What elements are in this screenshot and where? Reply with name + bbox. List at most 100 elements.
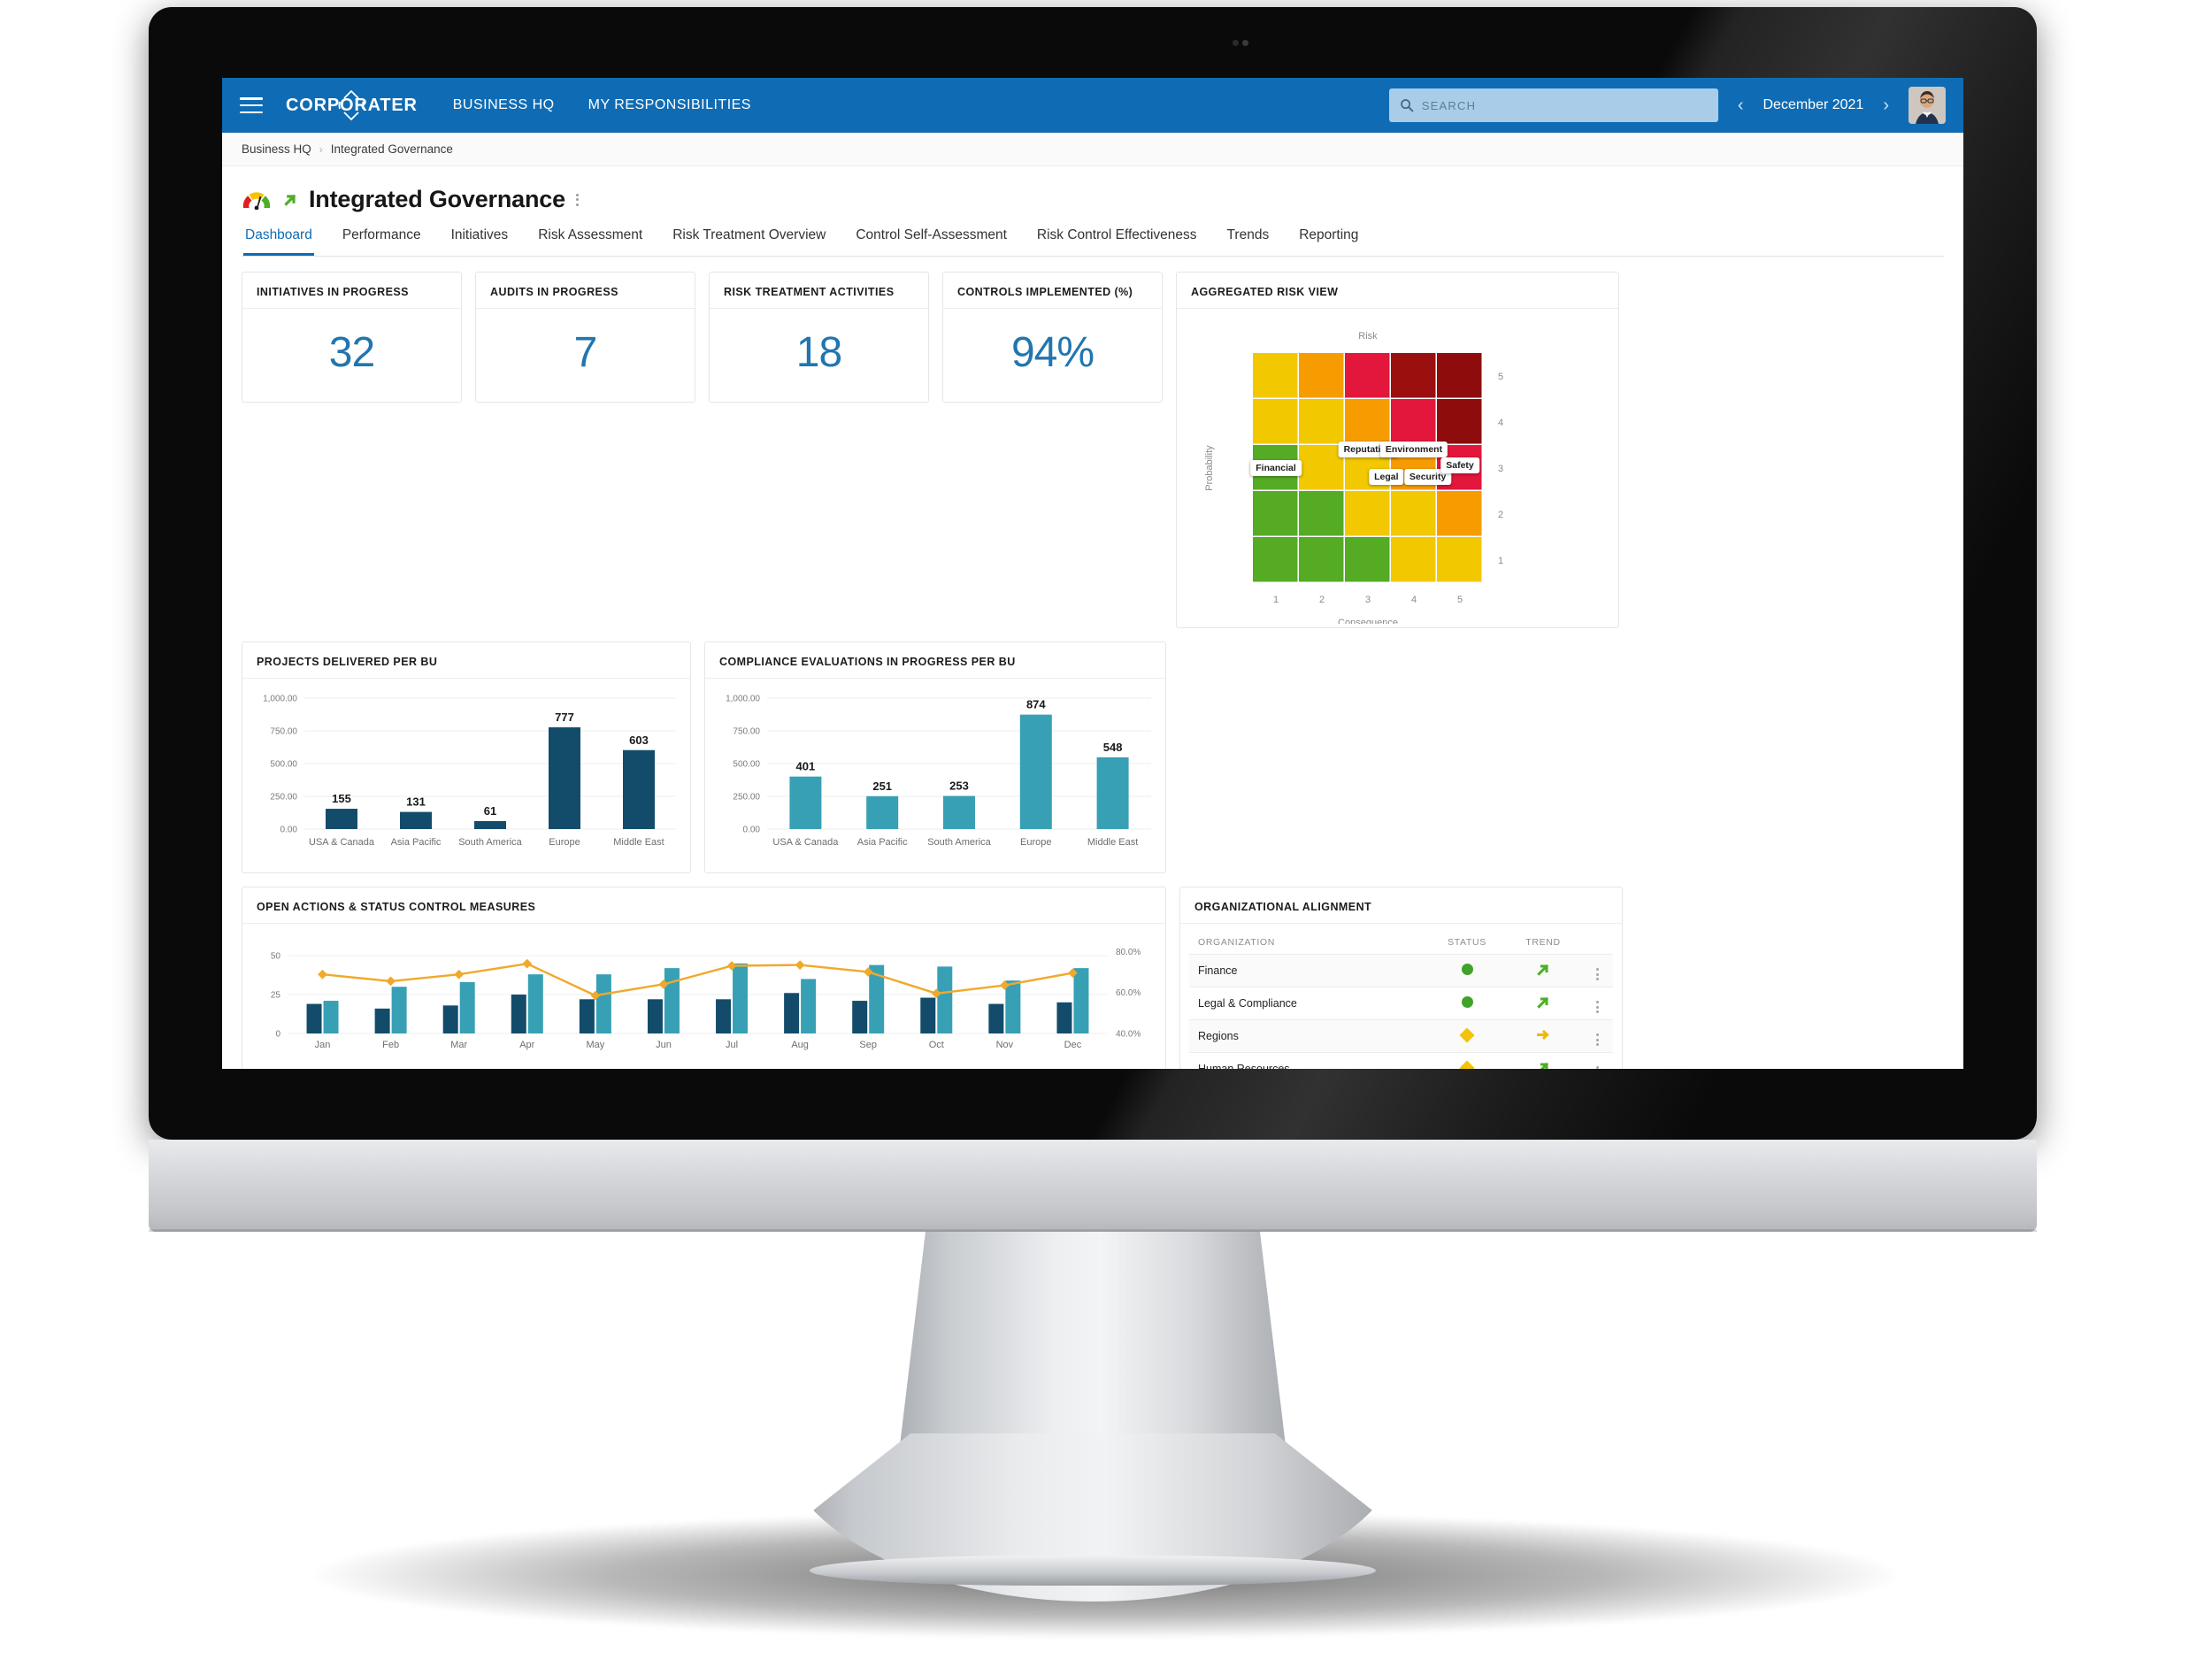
compliance-evaluations-card: COMPLIANCE EVALUATIONS IN PROGRESS PER B… [704, 641, 1166, 873]
search-icon [1400, 99, 1414, 112]
tab-reporting[interactable]: Reporting [1297, 222, 1360, 256]
page-more-menu-icon[interactable] [575, 191, 579, 208]
kpi-value: 32 [328, 329, 375, 376]
tab-initiatives[interactable]: Initiatives [449, 222, 511, 256]
chart-legend: Actions after External Audit Compliance … [242, 1064, 1165, 1069]
kpi-value: 7 [573, 329, 598, 376]
kpi-card-audits[interactable]: AUDITS IN PROGRESS 7 [475, 272, 695, 403]
svg-text:874: 874 [1026, 698, 1046, 711]
svg-text:Middle East: Middle East [1087, 837, 1138, 848]
row-menu-cell[interactable] [1581, 1052, 1613, 1069]
row-menu-icon[interactable] [1595, 1066, 1599, 1069]
risk-marker-financial[interactable]: Financial [1250, 460, 1302, 476]
svg-text:Jan: Jan [315, 1040, 331, 1050]
open-actions-combo-chart[interactable]: 0 25 50 40.0% 60.0% 80.0% Jan Feb Mar Apr May Jun Ju… [250, 931, 1158, 1056]
hamburger-menu-icon[interactable] [240, 97, 263, 113]
svg-text:4: 4 [1411, 595, 1417, 605]
monitor-base [810, 1556, 1376, 1586]
svg-text:750.00: 750.00 [733, 727, 760, 737]
risk-marker-environment[interactable]: Environment [1379, 442, 1448, 458]
monitor-chin [149, 1140, 2037, 1232]
svg-text:Asia Pacific: Asia Pacific [391, 837, 442, 848]
trend-indicator [1505, 1019, 1581, 1053]
svg-text:South America: South America [458, 837, 522, 848]
projects-delivered-bar-chart[interactable]: 1,000.00 750.00 500.00 250.00 0.00 155 USA & C… [248, 684, 685, 859]
kpi-title: AUDITS IN PROGRESS [476, 273, 695, 309]
breadcrumb-root[interactable]: Business HQ [242, 142, 311, 156]
svg-text:Asia Pacific: Asia Pacific [857, 837, 908, 848]
tab-dashboard[interactable]: Dashboard [243, 222, 314, 256]
svg-text:0.00: 0.00 [743, 826, 761, 835]
tab-risk-treatment-overview[interactable]: Risk Treatment Overview [671, 222, 827, 256]
svg-text:253: 253 [949, 780, 969, 793]
breadcrumb: Business HQ › Integrated Governance [222, 133, 1963, 166]
user-avatar[interactable] [1909, 87, 1946, 124]
svg-text:251: 251 [872, 780, 892, 793]
tab-bar: Dashboard Performance Initiatives Risk A… [242, 222, 1944, 257]
svg-text:South America: South America [927, 837, 991, 848]
svg-text:401: 401 [796, 760, 816, 773]
page-content: Integrated Governance Dashboard Performa… [222, 166, 1963, 1069]
card-title: OPEN ACTIONS & STATUS CONTROL MEASURES [242, 887, 1165, 924]
kpi-card-controls-implemented[interactable]: CONTROLS IMPLEMENTED (%) 94% [942, 272, 1163, 403]
page-title: Integrated Governance [309, 186, 565, 212]
svg-text:50: 50 [271, 952, 281, 962]
projects-delivered-card: PROJECTS DELIVERED PER BU 1,000.00 750.00… [242, 641, 691, 873]
tab-performance[interactable]: Performance [341, 222, 423, 256]
risk-heatmap[interactable]: Risk 5 4 3 2 1 1 2 3 4 5 Consequence Probability Fina… [1177, 309, 1618, 628]
status-badge [1429, 954, 1505, 987]
table-row[interactable]: Human Resources [1189, 1052, 1613, 1069]
next-period-button[interactable]: › [1879, 96, 1893, 116]
tab-trends[interactable]: Trends [1225, 222, 1271, 256]
svg-text:Dec: Dec [1064, 1040, 1082, 1050]
trend-up-arrow-icon [1536, 996, 1548, 1009]
trend-indicator [1505, 954, 1581, 987]
svg-text:500.00: 500.00 [270, 760, 297, 770]
svg-text:4: 4 [1498, 418, 1503, 428]
nav-business-hq[interactable]: BUSINESS HQ [453, 97, 555, 113]
kpi-title: RISK TREATMENT ACTIVITIES [710, 273, 928, 309]
col-trend: TREND [1525, 937, 1561, 948]
avatar-image [1909, 87, 1946, 124]
trend-flat-arrow-icon [1536, 1029, 1549, 1041]
aggregated-risk-view-card: AGGREGATED RISK VIEW Risk 5 4 3 2 1 1 2 3 4 5 Conse… [1176, 272, 1619, 628]
top-navigation-bar: CORPORATER BUSINESS HQ MY RESPONSIBILITI… [222, 78, 1963, 133]
kpi-card-initiatives[interactable]: INITIATIVES IN PROGRESS 32 [242, 272, 462, 403]
svg-text:80.0%: 80.0% [1116, 948, 1141, 957]
svg-text:2: 2 [1319, 595, 1325, 605]
svg-text:60.0%: 60.0% [1116, 988, 1141, 998]
tab-control-self-assessment[interactable]: Control Self-Assessment [854, 222, 1009, 256]
risk-marker-safety[interactable]: Safety [1440, 457, 1479, 474]
risk-heatmap-svg: Risk 5 4 3 2 1 1 2 3 4 5 Consequence Probability [1204, 331, 1503, 628]
risk-marker-legal[interactable]: Legal [1369, 469, 1404, 486]
trend-up-arrow-icon [1536, 964, 1548, 976]
row-menu-cell[interactable] [1581, 954, 1613, 987]
table-header-row: ORGANIZATION STATUS TREND [1189, 929, 1613, 955]
table-body: Finance Legal & Compliance Regions Human Re… [1189, 954, 1613, 1069]
tab-risk-control-effectiveness[interactable]: Risk Control Effectiveness [1035, 222, 1199, 256]
search-box[interactable] [1388, 88, 1718, 122]
svg-text:USA & Canada: USA & Canada [309, 837, 375, 848]
kpi-title: INITIATIVES IN PROGRESS [242, 273, 461, 309]
tab-risk-assessment[interactable]: Risk Assessment [536, 222, 644, 256]
row-menu-icon[interactable] [1595, 1033, 1599, 1046]
cell-organization: Finance [1189, 954, 1429, 987]
row-menu-cell[interactable] [1581, 1019, 1613, 1053]
previous-period-button[interactable]: ‹ [1734, 96, 1747, 116]
row-menu-icon[interactable] [1595, 968, 1599, 980]
table-row[interactable]: Regions [1189, 1019, 1613, 1053]
compliance-evaluations-bar-chart[interactable]: 1,000.00 750.00 500.00 250.00 0.00 401 USA & C… [710, 684, 1160, 859]
breadcrumb-current: Integrated Governance [330, 142, 453, 156]
svg-text:Jul: Jul [726, 1040, 738, 1050]
table-row[interactable]: Legal & Compliance [1189, 987, 1613, 1020]
row-menu-icon[interactable] [1595, 1001, 1599, 1013]
svg-text:Oct: Oct [929, 1040, 944, 1050]
corporater-logo[interactable]: CORPORATER [286, 89, 418, 120]
row-menu-cell[interactable] [1581, 987, 1613, 1020]
kpi-card-risk-treatment[interactable]: RISK TREATMENT ACTIVITIES 18 [709, 272, 929, 403]
svg-text:25: 25 [271, 991, 281, 1001]
table-row[interactable]: Finance [1189, 954, 1613, 987]
nav-my-responsibilities[interactable]: MY RESPONSIBILITIES [588, 97, 751, 113]
search-input[interactable] [1421, 98, 1708, 112]
col-organization: ORGANIZATION [1198, 937, 1275, 948]
